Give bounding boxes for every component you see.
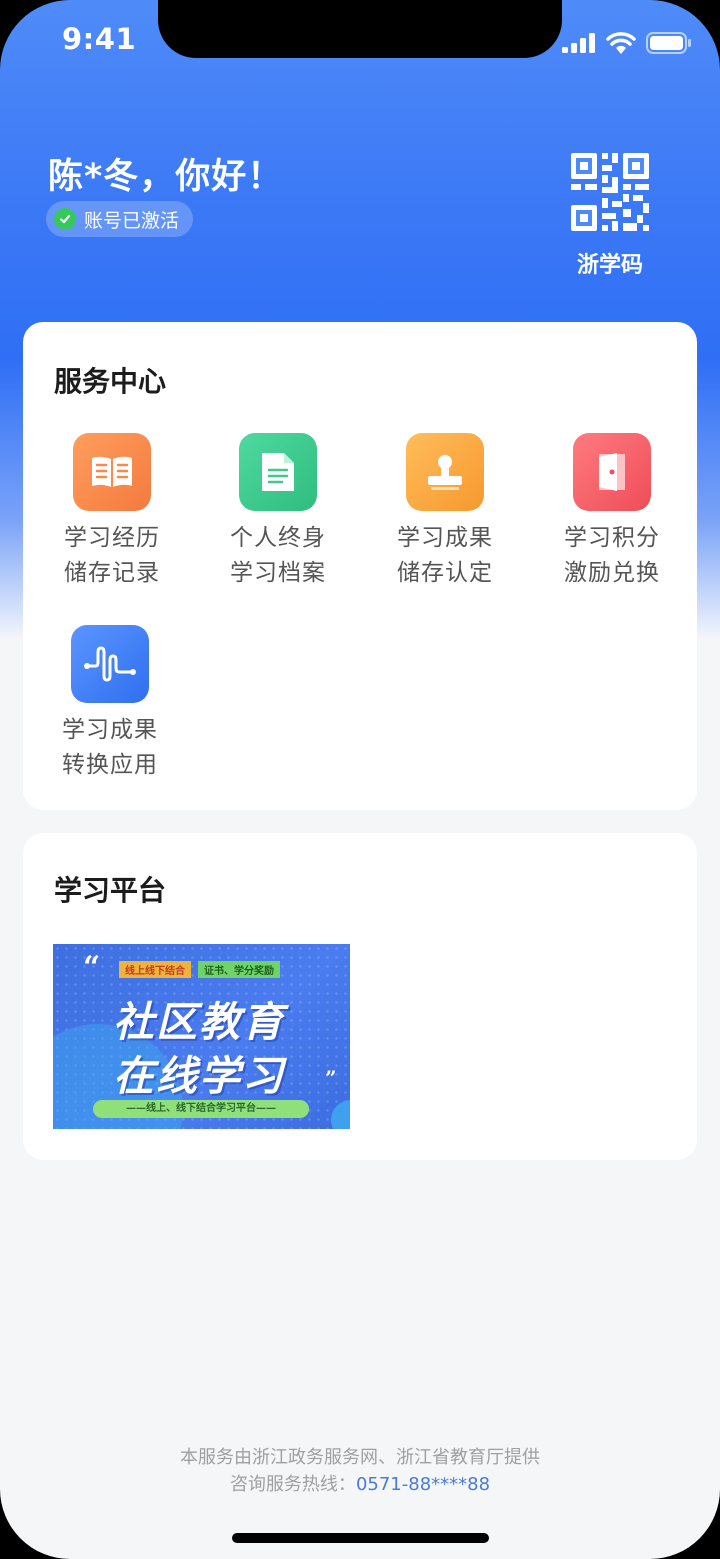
banner-tag: 线上线下结合 [119, 961, 191, 978]
stamp-icon [406, 433, 484, 511]
footer-provider: 本服务由浙江政务服务网、浙江省教育厅提供 [180, 1447, 540, 1468]
service-label-line1: 学习经历 [64, 525, 160, 551]
status-time: 9:41 [62, 22, 137, 56]
service-label-line2: 学习档案 [230, 560, 326, 586]
signal-icon [562, 33, 595, 53]
banner-title-line1: 社区教育 [113, 998, 285, 1046]
service-label-line1: 个人终身 [230, 525, 326, 551]
notch [158, 0, 562, 58]
community-education-banner[interactable]: “ ” 线上线下结合 证书、学分奖励 社区教育 在线学习 ——线上、线下结合学习… [53, 944, 350, 1129]
check-icon [54, 208, 76, 230]
greeting-text: 陈*冬，你好！ [48, 157, 284, 197]
service-label-line1: 学习成果 [397, 525, 493, 551]
service-learning-record[interactable]: 学习经历 储存记录 [42, 433, 182, 591]
service-label-line2: 储存认定 [397, 560, 493, 586]
hotline-label: 咨询服务热线： [229, 1474, 356, 1495]
service-label-line1: 学习积分 [564, 525, 660, 551]
service-center-title: 服务中心 [54, 365, 167, 398]
service-label-line2: 激励兑换 [564, 560, 660, 586]
learning-platform-title: 学习平台 [54, 874, 167, 907]
quote-mark-icon: ” [325, 1066, 337, 1090]
service-label-line2: 转换应用 [62, 752, 158, 778]
service-points-exchange[interactable]: 学习积分 激励兑换 [542, 433, 682, 591]
footer-hotline: 咨询服务热线：0571-88****88 [0, 1470, 720, 1496]
service-label-line1: 学习成果 [62, 717, 158, 743]
banner-tag: 证书、学分奖励 [198, 961, 280, 978]
hotline-number-link[interactable]: 0571-88****88 [356, 1474, 490, 1495]
status-icons [562, 32, 692, 54]
qr-code-icon [571, 153, 649, 231]
waveform-icon [71, 625, 149, 703]
service-label-line2: 储存记录 [64, 560, 160, 586]
account-status-label: 账号已激活 [84, 209, 180, 232]
document-icon [239, 433, 317, 511]
battery-icon [646, 32, 691, 54]
service-achievement-certification[interactable]: 学习成果 储存认定 [375, 433, 515, 591]
service-center-card: 服务中心 学习经历 储存记录 个人终身 学习档案 学习成果 储存认定 学习积分 … [23, 322, 697, 810]
learning-platform-card: 学习平台 “ ” 线上线下结合 证书、学分奖励 社区教育 在线学习 ——线上、线… [23, 833, 697, 1160]
qr-label: 浙学码 [576, 253, 643, 278]
service-achievement-conversion[interactable]: 学习成果 转换应用 [40, 625, 180, 783]
banner-title-line2: 在线学习 [113, 1052, 285, 1100]
door-icon [573, 433, 651, 511]
quote-mark-icon: “ [83, 950, 101, 985]
account-status-badge: 账号已激活 [46, 201, 194, 237]
zhexue-code-button[interactable]: 浙学码 [570, 153, 650, 279]
app-screen: 9:41 陈*冬，你好！ 账号已激活 浙学码 服务中心 学习经历 储存记录 个人… [0, 0, 720, 1559]
banner-subtitle: ——线上、线下结合学习平台—— [93, 1100, 309, 1118]
service-lifelong-archive[interactable]: 个人终身 学习档案 [208, 433, 348, 591]
home-indicator[interactable] [232, 1533, 489, 1543]
book-icon [73, 433, 151, 511]
wifi-icon [606, 32, 636, 54]
